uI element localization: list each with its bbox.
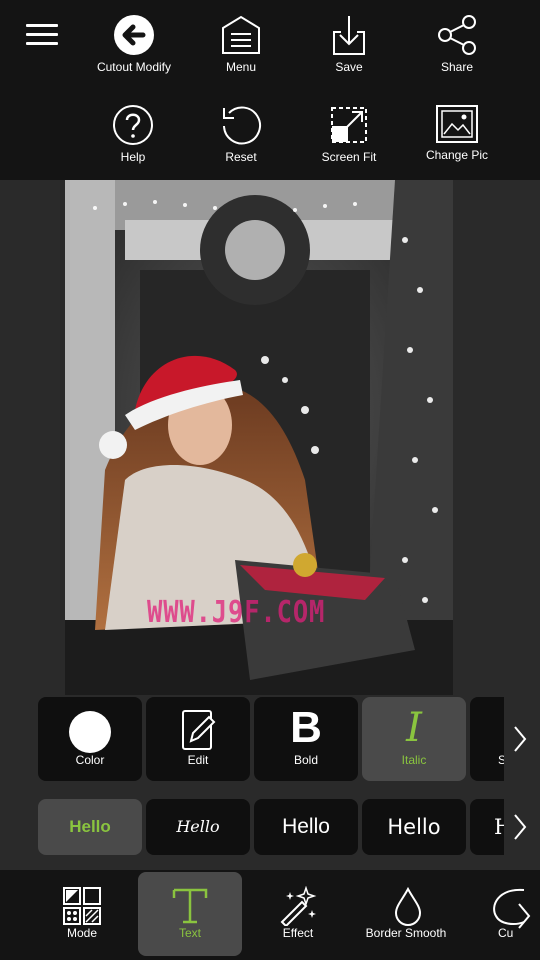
nav-mode[interactable]: Mode (30, 872, 134, 956)
menu-label: Menu (225, 60, 257, 74)
top-toolbar: Cutout Modify Menu Save Share Help Reset… (0, 0, 540, 180)
cutout-modify-button[interactable]: Cutout Modify (84, 14, 184, 74)
help-icon (113, 105, 153, 145)
font-option-4[interactable]: Hello (362, 799, 466, 855)
picture-icon (436, 105, 478, 143)
drop-icon (394, 886, 422, 926)
font-option-2[interactable]: Hello (146, 799, 250, 855)
help-label: Help (120, 150, 146, 164)
help-button[interactable]: Help (83, 104, 183, 164)
chevron-right-icon (514, 814, 527, 840)
change-pic-button[interactable]: Change Pic (407, 104, 507, 162)
font-option-5[interactable]: H (470, 799, 504, 855)
nav-border-smooth[interactable]: Border Smooth (354, 872, 458, 956)
fonts-next-button[interactable] (504, 799, 540, 855)
share-button[interactable]: Share (407, 14, 507, 74)
italic-icon: I (406, 705, 422, 751)
menu-house-icon (222, 15, 260, 54)
nav-text[interactable]: Text (138, 872, 242, 956)
font-option-1[interactable]: Hello (38, 799, 142, 855)
nav-mode-label: Mode (66, 926, 98, 940)
edit-tool[interactable]: Edit (146, 697, 250, 781)
mode-grid-icon (63, 887, 101, 925)
edit-icon (182, 710, 216, 750)
nav-effect[interactable]: Effect (246, 872, 350, 956)
font-row: Hello Hello Hello Hello H (0, 797, 540, 857)
chevron-right-icon (514, 726, 527, 752)
text-tools-row: Color Edit B Bold I Italic S (0, 695, 540, 787)
color-circle-icon (69, 711, 111, 753)
reset-button[interactable]: Reset (191, 104, 291, 164)
reset-label: Reset (225, 150, 257, 164)
italic-tool[interactable]: I Italic (362, 697, 466, 781)
partial-tool[interactable]: S (470, 697, 506, 781)
menu-button[interactable]: Menu (191, 14, 291, 74)
chevron-right-icon (518, 903, 531, 929)
hamburger-menu-icon[interactable] (26, 24, 58, 48)
screen-fit-icon (331, 107, 367, 143)
reset-icon (223, 106, 261, 145)
download-icon (333, 16, 365, 55)
screen-fit-button[interactable]: Screen Fit (299, 104, 399, 164)
nav-text-label: Text (178, 926, 201, 940)
color-tool[interactable]: Color (38, 697, 142, 781)
bold-icon: B (290, 703, 322, 752)
save-label: Save (335, 60, 363, 74)
screen-fit-label: Screen Fit (321, 150, 377, 164)
change-pic-label: Change Pic (425, 148, 489, 162)
nav-border-smooth-label: Border Smooth (365, 926, 447, 940)
nav-next-button[interactable] (508, 872, 540, 956)
magic-wand-icon (280, 886, 317, 926)
bottom-nav: Mode Text Effect Border Smooth Cu (0, 870, 540, 960)
text-t-icon (172, 888, 208, 924)
bold-tool-label: Bold (293, 753, 319, 767)
tools-next-button[interactable] (504, 697, 540, 781)
font-option-3[interactable]: Hello (254, 799, 358, 855)
share-icon (438, 15, 476, 55)
share-label: Share (440, 60, 474, 74)
bold-tool[interactable]: B Bold (254, 697, 358, 781)
photo-canvas[interactable]: WWW.J9F.COM (65, 180, 453, 695)
watermark-text[interactable]: WWW.J9F.COM (147, 595, 325, 630)
color-tool-label: Color (75, 753, 105, 767)
back-arrow-icon (114, 15, 154, 55)
cutout-modify-label: Cutout Modify (96, 60, 172, 74)
save-button[interactable]: Save (299, 14, 399, 74)
edit-tool-label: Edit (187, 753, 209, 767)
italic-tool-label: Italic (401, 753, 427, 767)
nav-effect-label: Effect (282, 926, 314, 940)
